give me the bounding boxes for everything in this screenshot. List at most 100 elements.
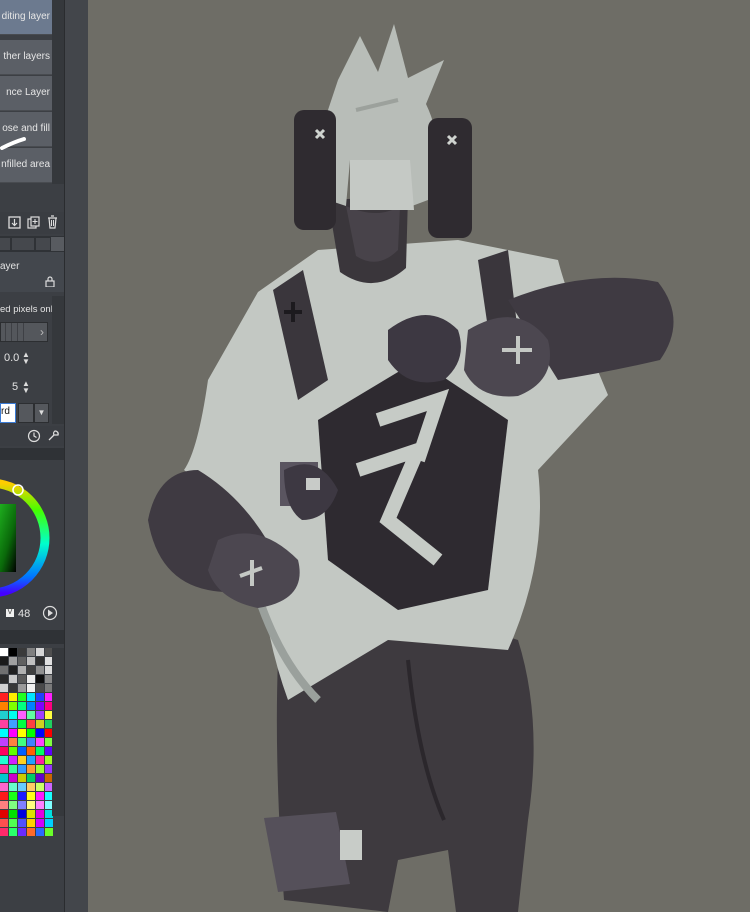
- palette-swatch[interactable]: [18, 738, 26, 746]
- palette-swatch[interactable]: [9, 675, 17, 683]
- trash-icon[interactable]: [46, 215, 59, 229]
- palette-swatch[interactable]: [36, 711, 44, 719]
- palette-swatch[interactable]: [36, 747, 44, 755]
- palette-swatch[interactable]: [36, 648, 44, 656]
- value-b[interactable]: 5: [12, 381, 18, 393]
- slider-field[interactable]: ›: [0, 322, 48, 342]
- palette-swatch[interactable]: [18, 684, 26, 692]
- palette-swatch[interactable]: [27, 738, 35, 746]
- wrench-icon[interactable]: [46, 429, 60, 443]
- palette-swatch[interactable]: [18, 756, 26, 764]
- palette-swatch[interactable]: [9, 819, 17, 827]
- lock-icon[interactable]: [44, 276, 56, 287]
- palette-swatch[interactable]: [36, 810, 44, 818]
- copy-icon[interactable]: [27, 216, 40, 229]
- spin-arrows-icon[interactable]: ▲ ▼: [22, 351, 30, 366]
- palette-swatch[interactable]: [36, 756, 44, 764]
- palette-swatch[interactable]: [0, 666, 8, 674]
- palette-swatch[interactable]: [9, 684, 17, 692]
- combo-field[interactable]: rd: [0, 403, 16, 423]
- import-icon[interactable]: [8, 216, 21, 229]
- palette-swatch[interactable]: [27, 693, 35, 701]
- option-reference-layer[interactable]: nce Layer: [0, 76, 52, 111]
- palette-swatch[interactable]: [18, 711, 26, 719]
- palette-swatch[interactable]: [18, 747, 26, 755]
- palette-swatch[interactable]: [0, 810, 8, 818]
- palette-swatch[interactable]: [0, 738, 8, 746]
- palette-swatch[interactable]: [0, 693, 8, 701]
- palette-swatch[interactable]: [0, 711, 8, 719]
- palette-swatch[interactable]: [9, 756, 17, 764]
- palette-swatch[interactable]: [9, 702, 17, 710]
- palette-swatch[interactable]: [18, 666, 26, 674]
- property-scrollbar[interactable]: [52, 296, 64, 424]
- palette-swatch[interactable]: [36, 828, 44, 836]
- palette-swatch[interactable]: [9, 666, 17, 674]
- palette-swatch[interactable]: [18, 801, 26, 809]
- palette-swatch[interactable]: [0, 648, 8, 656]
- hue-ring[interactable]: [0, 464, 52, 612]
- palette-swatch[interactable]: [9, 747, 17, 755]
- palette-swatch[interactable]: [0, 720, 8, 728]
- palette-swatch[interactable]: [27, 819, 35, 827]
- palette-swatch[interactable]: [9, 774, 17, 782]
- palette-swatch[interactable]: [18, 702, 26, 710]
- palette-swatch[interactable]: [9, 765, 17, 773]
- palette-swatch[interactable]: [27, 702, 35, 710]
- palette-swatch[interactable]: [9, 783, 17, 791]
- chevron-down-icon[interactable]: ▼: [34, 403, 49, 423]
- option-editing-layer[interactable]: diting layer: [0, 0, 52, 35]
- palette-swatch[interactable]: [9, 792, 17, 800]
- palette-swatch[interactable]: [36, 666, 44, 674]
- palette-swatch[interactable]: [9, 810, 17, 818]
- palette-swatch[interactable]: [27, 648, 35, 656]
- palette-swatch[interactable]: [9, 828, 17, 836]
- palette-swatch[interactable]: [36, 801, 44, 809]
- palette-swatch[interactable]: [27, 810, 35, 818]
- palette-swatch[interactable]: [36, 720, 44, 728]
- palette-swatch[interactable]: [9, 648, 17, 656]
- palette-swatch[interactable]: [0, 657, 8, 665]
- option-other-layers[interactable]: ther layers: [0, 40, 52, 75]
- palette-swatch[interactable]: [45, 819, 53, 827]
- palette-swatch[interactable]: [0, 792, 8, 800]
- palette-swatch[interactable]: [0, 675, 8, 683]
- palette-swatch[interactable]: [0, 729, 8, 737]
- palette-swatch[interactable]: [36, 684, 44, 692]
- drawing-canvas[interactable]: [88, 0, 750, 912]
- palette-swatch[interactable]: [36, 702, 44, 710]
- palette-swatch[interactable]: [36, 819, 44, 827]
- palette-swatch[interactable]: [18, 783, 26, 791]
- palette-swatch[interactable]: [9, 729, 17, 737]
- palette-swatch[interactable]: [36, 657, 44, 665]
- palette-swatch[interactable]: [27, 783, 35, 791]
- palette-swatch[interactable]: [18, 693, 26, 701]
- play-icon[interactable]: [42, 605, 58, 621]
- palette-swatch[interactable]: [27, 747, 35, 755]
- palette-swatch[interactable]: [27, 765, 35, 773]
- palette-swatch[interactable]: [18, 657, 26, 665]
- palette-swatch[interactable]: [27, 792, 35, 800]
- palette-grid[interactable]: [0, 648, 53, 836]
- clock-icon[interactable]: [27, 429, 41, 443]
- palette-swatch[interactable]: [9, 720, 17, 728]
- palette-swatch[interactable]: [27, 711, 35, 719]
- palette-swatch[interactable]: [9, 657, 17, 665]
- palette-swatch[interactable]: [9, 738, 17, 746]
- palette-swatch[interactable]: [27, 801, 35, 809]
- palette-swatch[interactable]: [36, 729, 44, 737]
- palette-swatch[interactable]: [0, 702, 8, 710]
- palette-swatch[interactable]: [18, 774, 26, 782]
- palette-swatch[interactable]: [36, 792, 44, 800]
- value-a[interactable]: 0.0: [4, 352, 19, 364]
- palette-swatch[interactable]: [27, 756, 35, 764]
- palette-swatch[interactable]: [36, 765, 44, 773]
- palette-swatch[interactable]: [0, 756, 8, 764]
- palette-swatch[interactable]: [27, 729, 35, 737]
- palette-swatch[interactable]: [0, 774, 8, 782]
- palette-swatch[interactable]: [27, 684, 35, 692]
- palette-swatch[interactable]: [18, 675, 26, 683]
- palette-swatch[interactable]: [9, 693, 17, 701]
- tab-menu-button[interactable]: [51, 237, 64, 251]
- palette-swatch[interactable]: [18, 810, 26, 818]
